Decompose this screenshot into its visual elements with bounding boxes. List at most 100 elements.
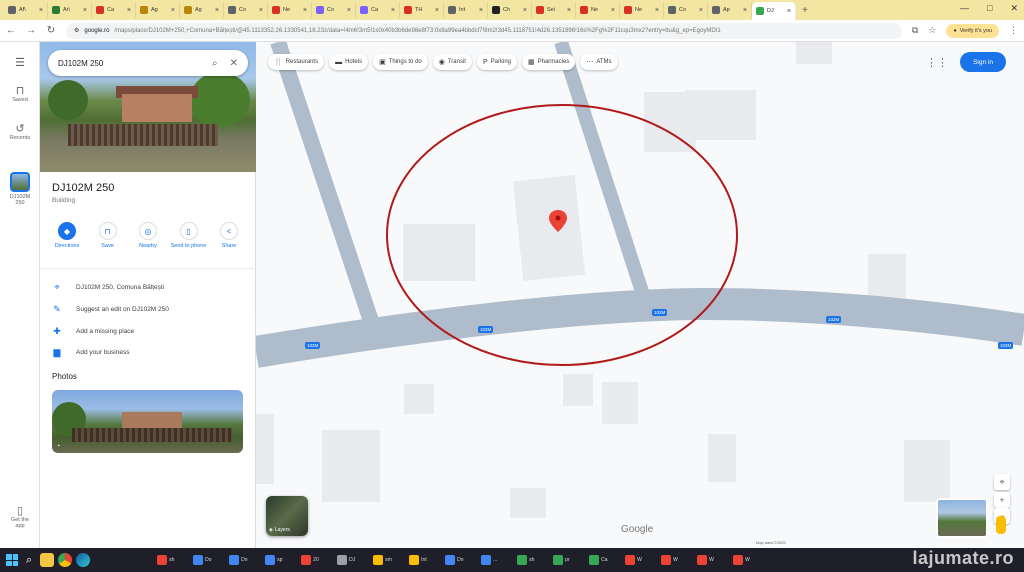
suggest-edit-row[interactable]: ✎ Suggest an edit on DJ102M 250 <box>52 304 169 315</box>
tab-close-icon[interactable]: × <box>479 7 483 14</box>
browser-tab[interactable]: Co × <box>224 2 268 18</box>
chip-restaurants[interactable]: 🍴 Restaurants <box>268 54 325 70</box>
address-bar[interactable]: ⚙ google.ro/maps/place/DJ102M+250,+Comun… <box>66 22 902 39</box>
search-icon[interactable]: ⌕ <box>26 554 32 567</box>
tab-close-icon[interactable]: × <box>611 7 615 14</box>
taskbar-app[interactable]: sh <box>154 551 190 569</box>
browser-tab[interactable]: Co × <box>664 2 708 18</box>
browser-tab[interactable]: TH × <box>400 2 444 18</box>
tab-close-icon[interactable]: × <box>127 7 131 14</box>
taskbar-app[interactable]: W <box>694 551 730 569</box>
taskbar-app[interactable]: sm <box>370 551 406 569</box>
chip-parking[interactable]: P Parking <box>476 54 517 70</box>
browser-tab[interactable]: Ag × <box>180 2 224 18</box>
browser-tab[interactable]: Ch × <box>488 2 532 18</box>
tab-close-icon[interactable]: × <box>699 7 703 14</box>
tab-close-icon[interactable]: × <box>567 7 571 14</box>
browser-tab[interactable]: DJ × <box>752 2 796 20</box>
add-business-row[interactable]: ▆ Add your business <box>52 347 130 358</box>
taskbar-app[interactable]: Int <box>406 551 442 569</box>
taskbar-app[interactable]: Do <box>190 551 226 569</box>
minimize-button[interactable]: — <box>960 3 969 14</box>
close-window-button[interactable]: ✕ <box>1010 3 1018 14</box>
sign-in-button[interactable]: Sign in <box>960 52 1006 72</box>
taskbar-app[interactable]: ... <box>478 551 514 569</box>
tab-close-icon[interactable]: × <box>435 7 439 14</box>
file-explorer-icon[interactable] <box>40 553 55 567</box>
browser-tab[interactable]: Int × <box>444 2 488 18</box>
saved-button[interactable]: ⊓ Saved <box>0 84 40 103</box>
taskbar-app[interactable]: Ca <box>586 551 622 569</box>
taskbar-app[interactable]: sh <box>514 551 550 569</box>
my-location-button[interactable]: ⌖ <box>994 474 1010 490</box>
tab-close-icon[interactable]: × <box>347 7 351 14</box>
chip-pharmacies[interactable]: ▦ Pharmacies <box>522 54 576 70</box>
forward-icon[interactable]: → <box>26 25 36 36</box>
taskbar-app[interactable]: Do <box>226 551 262 569</box>
taskbar-app[interactable]: W <box>658 551 694 569</box>
taskbar-app[interactable]: W <box>622 551 658 569</box>
street-view-preview[interactable] <box>936 498 988 538</box>
taskbar-app[interactable]: W <box>730 551 766 569</box>
taskbar-app[interactable]: DJ <box>334 551 370 569</box>
recent-place-button[interactable]: DJ102M 250 <box>0 172 40 206</box>
tab-close-icon[interactable]: × <box>523 7 527 14</box>
zoom-in-button[interactable]: + <box>994 492 1010 508</box>
photo-thumbnail[interactable]: ◔ <box>52 390 243 453</box>
tab-close-icon[interactable]: × <box>787 8 791 15</box>
taskbar-app[interactable]: sp <box>262 551 298 569</box>
browser-tab[interactable]: Ne × <box>268 2 312 18</box>
taskbar-app[interactable]: pr <box>550 551 586 569</box>
site-info-icon[interactable]: ⚙ <box>74 27 79 34</box>
back-icon[interactable]: ← <box>6 25 16 36</box>
add-place-row[interactable]: ✚ Add a missing place <box>52 326 134 337</box>
chip-things-to-do[interactable]: ▣ Things to do <box>373 54 428 70</box>
verify-button[interactable]: ● Verify it's you <box>946 23 999 38</box>
browser-tab[interactable]: Sei × <box>532 2 576 18</box>
browser-tab[interactable]: Co × <box>312 2 356 18</box>
tab-close-icon[interactable]: × <box>39 7 43 14</box>
directions-button[interactable]: ◆ Directions <box>48 222 86 249</box>
browser-tab[interactable]: Ar\ × <box>48 2 92 18</box>
chip-hotels[interactable]: ▬ Hotels <box>329 54 369 70</box>
tab-close-icon[interactable]: × <box>303 7 307 14</box>
send-to-phone-button[interactable]: ▯ Send to phone <box>170 222 208 249</box>
new-tab-button[interactable]: + <box>802 5 808 16</box>
search-input[interactable]: DJ102M 250 <box>58 59 200 68</box>
chrome-icon[interactable] <box>58 553 73 567</box>
layers-button[interactable]: ◈ Layers <box>266 496 308 536</box>
google-apps-icon[interactable]: ⋮⋮ <box>926 56 948 69</box>
reload-icon[interactable]: ↻ <box>46 25 56 36</box>
browser-tab[interactable]: Ne × <box>620 2 664 18</box>
chip-atms[interactable]: ⋯ ATMs <box>580 54 618 70</box>
bookmark-star-icon[interactable]: ☆ <box>928 25 936 36</box>
get-app-button[interactable]: ▯ Get the app <box>0 504 40 529</box>
browser-tab[interactable]: Ca × <box>356 2 400 18</box>
tab-close-icon[interactable]: × <box>655 7 659 14</box>
tab-close-icon[interactable]: × <box>83 7 87 14</box>
recents-button[interactable]: ↺ Recents <box>0 122 40 141</box>
edge-icon[interactable] <box>76 553 91 567</box>
share-button[interactable]: < Share <box>210 222 248 249</box>
search-icon[interactable]: ⌕ <box>212 58 218 69</box>
tab-close-icon[interactable]: × <box>391 7 395 14</box>
address-row[interactable]: ⌖ DJ102M 250, Comuna Bălțești <box>52 282 164 293</box>
cast-icon[interactable]: ⧉ <box>912 25 918 36</box>
nearby-button[interactable]: ◎ Nearby <box>129 222 167 249</box>
map-canvas[interactable]: 102M 102M 102M 102M 102M 🍴 Restaurants ▬ Ho… <box>256 42 1024 548</box>
search-box[interactable]: DJ102M 250 ⌕ ✕ <box>48 50 248 76</box>
tab-close-icon[interactable]: × <box>215 7 219 14</box>
taskbar-app[interactable]: Do <box>442 551 478 569</box>
close-icon[interactable]: ✕ <box>230 58 238 69</box>
browser-tab[interactable]: Ne × <box>576 2 620 18</box>
taskbar-app[interactable]: 20 <box>298 551 334 569</box>
browser-tab[interactable]: Af\ × <box>4 2 48 18</box>
more-menu-icon[interactable]: ⋮ <box>1009 25 1018 36</box>
browser-tab[interactable]: Ag × <box>136 2 180 18</box>
browser-tab[interactable]: Ap × <box>708 2 752 18</box>
chip-transit[interactable]: ◉ Transit <box>432 54 472 70</box>
maximize-button[interactable]: □ <box>987 3 992 14</box>
save-button[interactable]: ⊓ Save <box>89 222 127 249</box>
pegman-icon[interactable] <box>996 516 1006 534</box>
tab-close-icon[interactable]: × <box>259 7 263 14</box>
